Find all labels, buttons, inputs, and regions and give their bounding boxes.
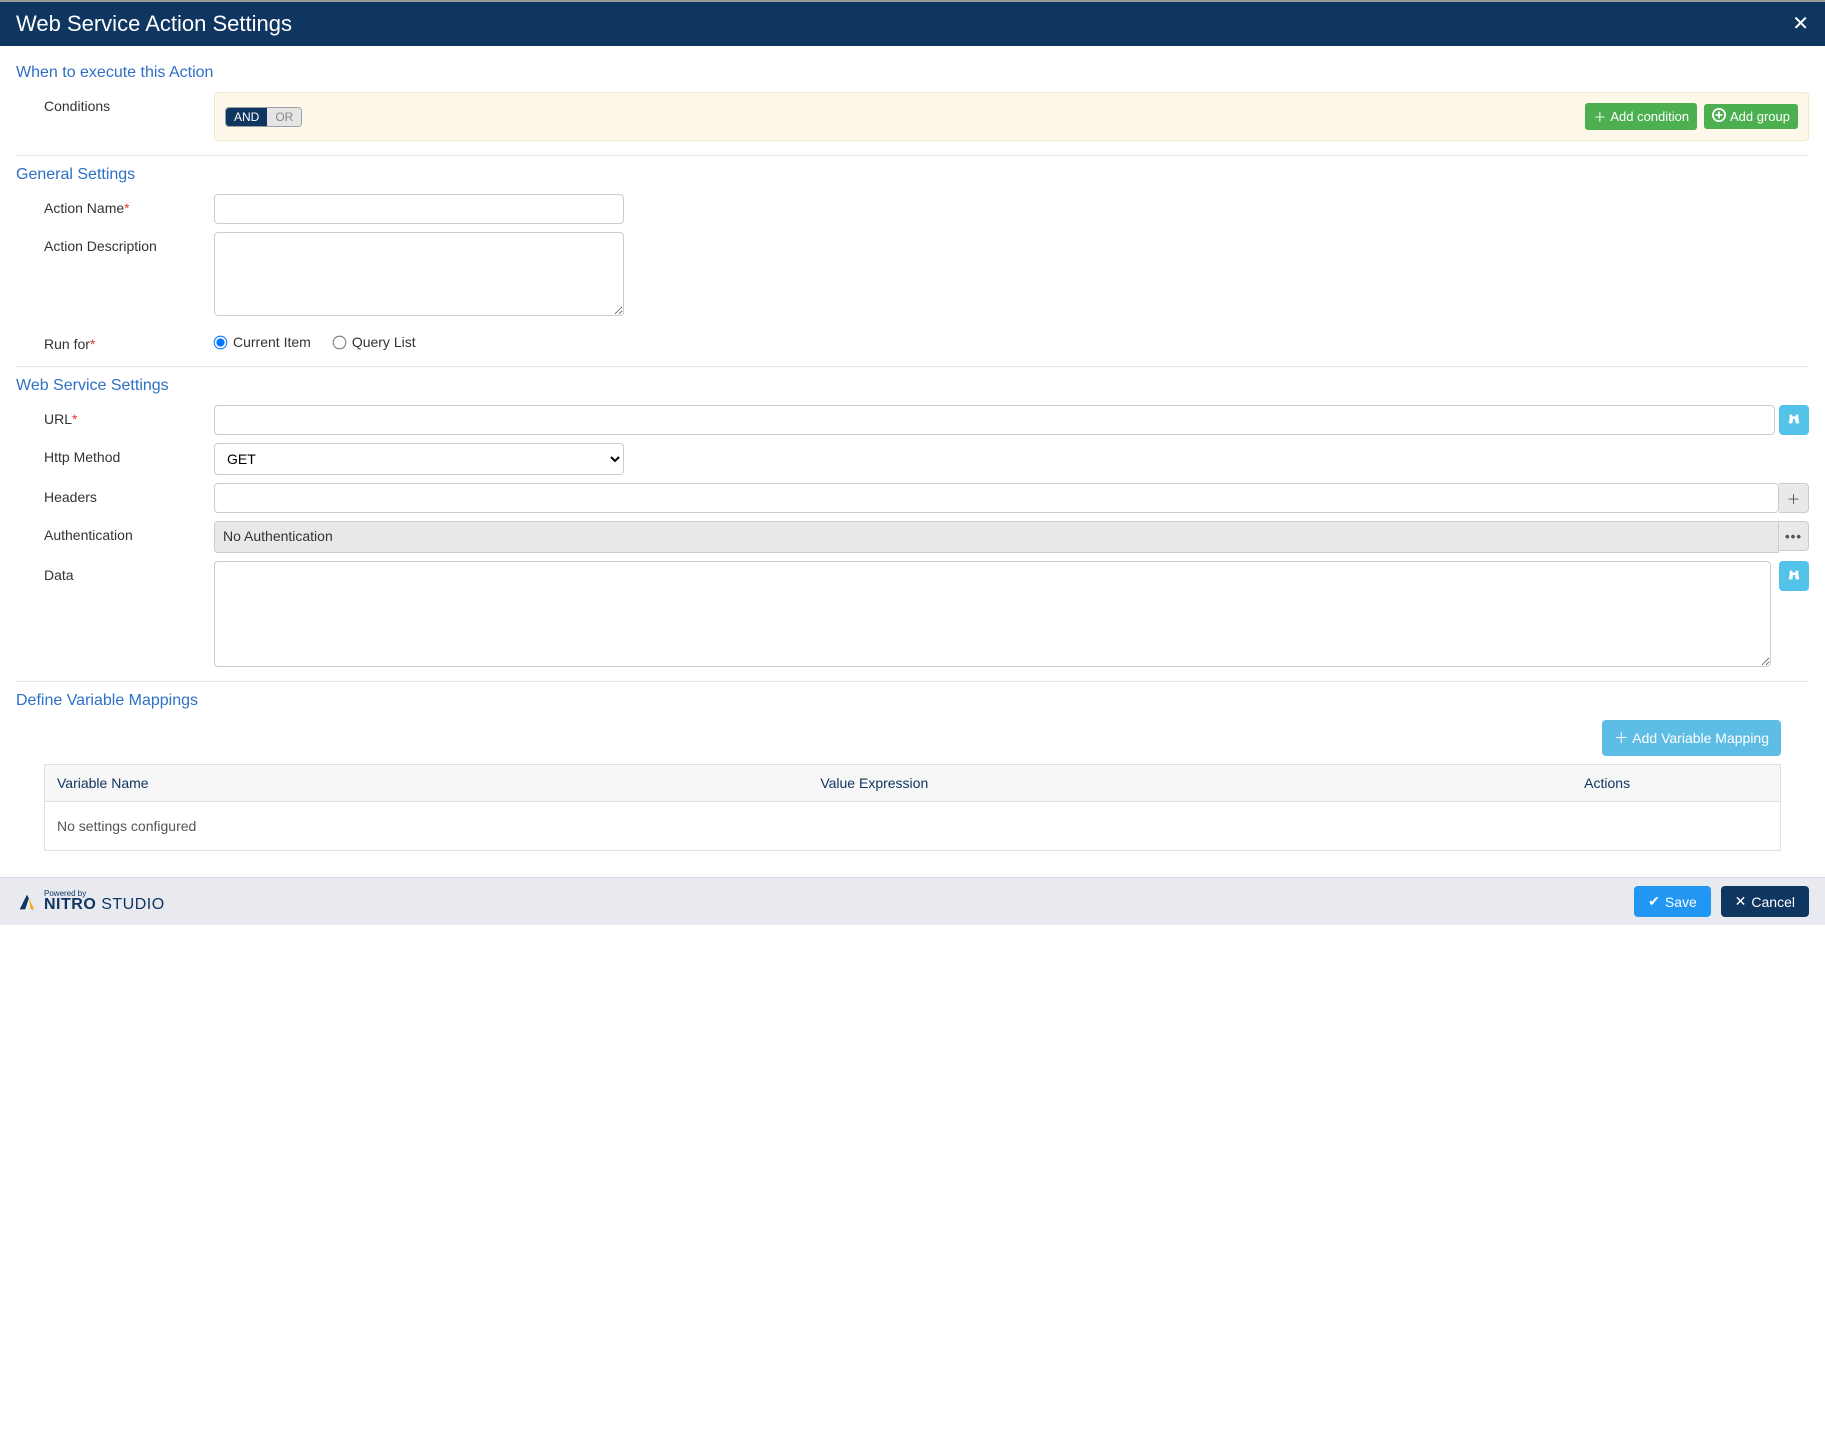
run-for-label: Run for* bbox=[44, 330, 214, 352]
authentication-display: No Authentication bbox=[214, 521, 1779, 553]
headers-input[interactable] bbox=[214, 483, 1779, 513]
brand-logo-icon bbox=[16, 891, 38, 913]
radio-current-item[interactable] bbox=[214, 335, 228, 349]
http-method-select[interactable]: GET bbox=[214, 443, 624, 475]
table-row: No settings configured bbox=[45, 802, 1781, 851]
close-button[interactable]: ✕ bbox=[1792, 14, 1809, 34]
add-variable-mapping-button[interactable]: ＋ Add Variable Mapping bbox=[1602, 720, 1781, 756]
check-icon: ✔ bbox=[1648, 893, 1660, 910]
or-button[interactable]: OR bbox=[267, 108, 301, 126]
add-condition-button[interactable]: ＋ Add condition bbox=[1585, 103, 1697, 130]
data-label: Data bbox=[44, 561, 214, 583]
authentication-label: Authentication bbox=[44, 521, 214, 543]
mappings-table: Variable Name Value Expression Actions N… bbox=[44, 764, 1781, 851]
footer: Powered by NITRO STUDIO ✔ Save ✕ Cancel bbox=[0, 877, 1825, 925]
add-group-button[interactable]: Add group bbox=[1704, 104, 1798, 129]
run-for-current-item[interactable]: Current Item bbox=[214, 334, 311, 350]
col-actions: Actions bbox=[1572, 765, 1780, 802]
close-icon: ✕ bbox=[1792, 13, 1809, 35]
url-label: URL* bbox=[44, 405, 214, 427]
headers-add-button[interactable]: ＋ bbox=[1779, 483, 1809, 513]
dialog-header: Web Service Action Settings ✕ bbox=[0, 0, 1825, 46]
binoculars-icon bbox=[1787, 568, 1801, 585]
section-heading-mappings: Define Variable Mappings bbox=[16, 692, 1809, 710]
plus-icon: ＋ bbox=[1593, 107, 1606, 126]
add-condition-label: Add condition bbox=[1610, 109, 1689, 124]
plus-icon: ＋ bbox=[1787, 489, 1800, 508]
brand-main: NITRO bbox=[44, 896, 96, 913]
and-or-toggle[interactable]: AND OR bbox=[225, 107, 302, 127]
action-description-label: Action Description bbox=[44, 232, 214, 254]
run-for-query-list[interactable]: Query List bbox=[333, 334, 416, 350]
data-input[interactable] bbox=[214, 561, 1771, 667]
col-variable-name: Variable Name bbox=[45, 765, 809, 802]
data-lookup-button[interactable] bbox=[1779, 561, 1809, 591]
url-input[interactable] bbox=[214, 405, 1775, 435]
section-heading-general: General Settings bbox=[16, 166, 1809, 184]
save-button[interactable]: ✔ Save bbox=[1634, 886, 1711, 917]
url-lookup-button[interactable] bbox=[1779, 405, 1809, 435]
http-method-label: Http Method bbox=[44, 443, 214, 465]
conditions-label: Conditions bbox=[44, 92, 214, 114]
action-name-input[interactable] bbox=[214, 194, 624, 224]
radio-query-list[interactable] bbox=[332, 335, 346, 349]
dialog-title: Web Service Action Settings bbox=[16, 11, 292, 37]
headers-label: Headers bbox=[44, 483, 214, 505]
section-heading-websvc: Web Service Settings bbox=[16, 377, 1809, 395]
plus-icon: ＋ bbox=[1614, 728, 1628, 748]
cancel-button[interactable]: ✕ Cancel bbox=[1721, 886, 1809, 917]
x-icon: ✕ bbox=[1735, 893, 1747, 910]
empty-message: No settings configured bbox=[45, 802, 1781, 851]
binoculars-icon bbox=[1787, 412, 1801, 429]
brand-sub: STUDIO bbox=[101, 896, 164, 913]
col-value-expression: Value Expression bbox=[808, 765, 1572, 802]
action-description-input[interactable] bbox=[214, 232, 624, 316]
authentication-config-button[interactable]: ••• bbox=[1779, 521, 1809, 551]
section-heading-when: When to execute this Action bbox=[16, 64, 1809, 82]
ellipsis-icon: ••• bbox=[1785, 529, 1802, 544]
conditions-box: AND OR ＋ Add condition Add group bbox=[214, 92, 1809, 141]
brand: Powered by NITRO STUDIO bbox=[16, 890, 165, 914]
add-group-label: Add group bbox=[1730, 109, 1790, 124]
action-name-label: Action Name* bbox=[44, 194, 214, 216]
plus-circle-icon bbox=[1712, 108, 1726, 125]
and-button[interactable]: AND bbox=[226, 108, 267, 126]
